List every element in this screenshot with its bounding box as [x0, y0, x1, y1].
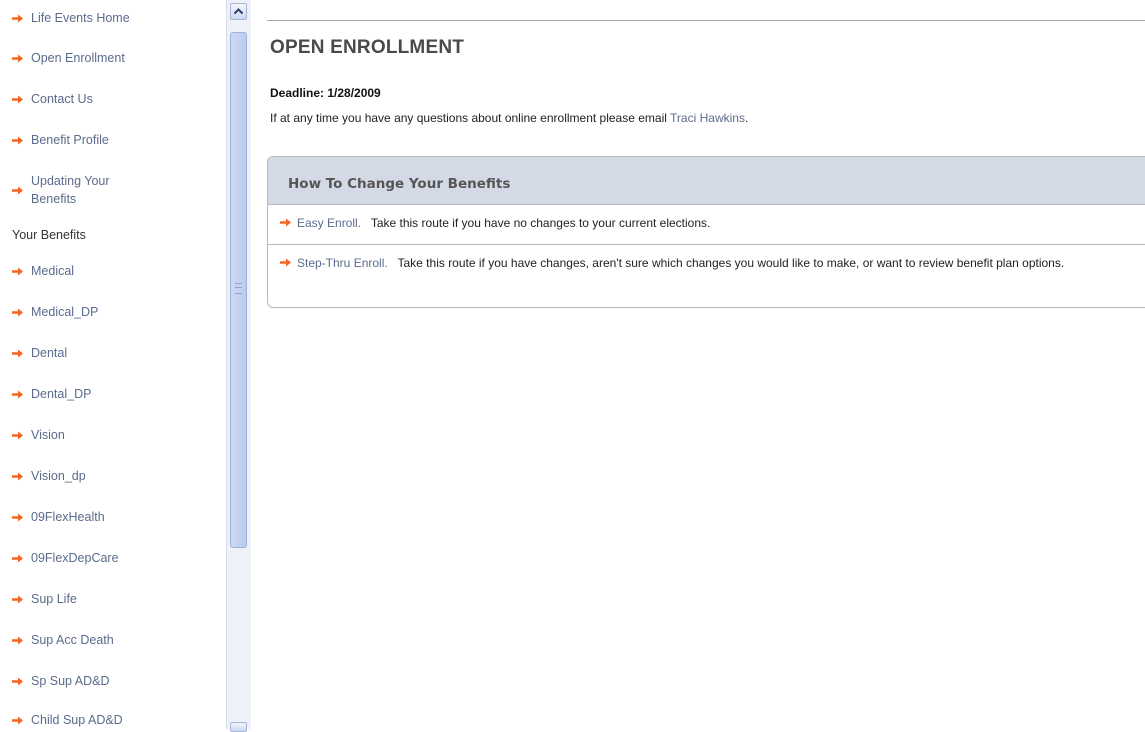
sidebar-item-medical[interactable]: Medical: [12, 262, 74, 280]
sidebar-item-label: Vision: [31, 428, 65, 442]
orange-arrow-icon: [280, 218, 291, 227]
orange-arrow-icon: [12, 267, 23, 275]
grip-icon: [235, 283, 242, 294]
chevron-up-icon: [233, 8, 244, 15]
intro-message: If at any time you have any questions ab…: [270, 111, 667, 125]
sidebar-item-dental[interactable]: Dental: [12, 344, 67, 362]
sidebar-nav: Life Events Home Open Enrollment Contact…: [0, 0, 226, 729]
sidebar-item-medical-dp[interactable]: Medical_DP: [12, 303, 98, 321]
sidebar-item-vision-dp[interactable]: Vision_dp: [12, 467, 86, 485]
sidebar-item-label: Life Events Home: [31, 11, 130, 25]
sidebar-scrollbar[interactable]: [226, 0, 251, 732]
orange-arrow-icon: [12, 636, 23, 644]
orange-arrow-icon: [12, 136, 23, 144]
sidebar-item-vision[interactable]: Vision: [12, 426, 65, 444]
orange-arrow-icon: [12, 95, 23, 103]
option-description: Take this route if you have no changes t…: [370, 216, 711, 230]
sidebar-item-label: Vision_dp: [31, 469, 86, 483]
deadline-text: Deadline: 1/28/2009: [270, 86, 381, 100]
orange-arrow-icon: [12, 472, 23, 480]
orange-arrow-icon: [12, 14, 23, 22]
main-content: OPEN ENROLLMENT Deadline: 1/28/2009 If a…: [266, 0, 1145, 729]
page-title: OPEN ENROLLMENT: [270, 37, 465, 58]
section-label-your-benefits: Your Benefits: [12, 228, 86, 242]
sidebar-item-label: Medical: [31, 264, 75, 278]
option-easy-enroll: Easy Enroll. Take this route if you have…: [268, 215, 1145, 232]
orange-arrow-icon: [12, 513, 23, 521]
sidebar-item-label: Child Sup AD&D: [31, 713, 123, 727]
contact-email-link[interactable]: Traci Hawkins: [670, 111, 745, 125]
sidebar-item-label: Benefit Profile: [31, 133, 109, 147]
divider: [267, 20, 1145, 21]
sidebar-item-09flexdepcare[interactable]: 09FlexDepCare: [12, 549, 119, 567]
sidebar-item-label: Dental: [31, 346, 68, 360]
orange-arrow-icon: [12, 349, 23, 357]
sidebar-item-label: Medical_DP: [31, 305, 99, 319]
sidebar-item-label: Sup Acc Death: [31, 633, 114, 647]
scroll-down-button[interactable]: [230, 722, 247, 732]
option-description: Take this route if you have changes, are…: [397, 256, 1065, 270]
intro-punctuation: .: [744, 111, 749, 125]
orange-arrow-icon: [12, 554, 23, 562]
sidebar-item-label: Open Enrollment: [31, 51, 125, 65]
sidebar-item-label: Dental_DP: [31, 387, 92, 401]
step-thru-enroll-link[interactable]: Step-Thru Enroll.: [297, 256, 388, 270]
sidebar-item-label: 09FlexHealth: [31, 510, 105, 524]
easy-enroll-link[interactable]: Easy Enroll.: [297, 216, 361, 230]
scroll-up-button[interactable]: [230, 3, 247, 20]
orange-arrow-icon: [12, 431, 23, 439]
scroll-thumb[interactable]: [230, 32, 247, 548]
sidebar-item-dental-dp[interactable]: Dental_DP: [12, 385, 91, 403]
sidebar-item-label: Sup Life: [31, 592, 77, 606]
sidebar-item-sp-sup-add[interactable]: Sp Sup AD&D: [12, 672, 110, 690]
intro-text: If at any time you have any questions ab…: [270, 110, 870, 127]
sidebar-item-open-enrollment[interactable]: Open Enrollment: [12, 49, 125, 67]
orange-arrow-icon: [280, 258, 291, 267]
sidebar-item-child-sup-add[interactable]: Child Sup AD&D: [12, 711, 123, 729]
sidebar-item-life-events-home[interactable]: Life Events Home: [12, 9, 130, 27]
orange-arrow-icon: [12, 716, 23, 724]
sidebar-item-updating-your-benefits[interactable]: Updating Your Benefits: [12, 172, 162, 208]
panel-header: How To Change Your Benefits: [268, 157, 1145, 205]
sidebar-item-sup-life[interactable]: Sup Life: [12, 590, 77, 608]
orange-arrow-icon: [12, 308, 23, 316]
divider: [268, 244, 1145, 245]
orange-arrow-icon: [12, 54, 23, 62]
sidebar-item-label: 09FlexDepCare: [31, 551, 119, 565]
sidebar-item-sup-acc-death[interactable]: Sup Acc Death: [12, 631, 114, 649]
orange-arrow-icon: [12, 677, 23, 685]
panel-title: How To Change Your Benefits: [288, 176, 511, 192]
sidebar-item-contact-us[interactable]: Contact Us: [12, 90, 93, 108]
sidebar-item-label: Sp Sup AD&D: [31, 674, 110, 688]
sidebar-item-label: Updating Your Benefits: [31, 174, 110, 206]
orange-arrow-icon: [12, 186, 23, 194]
sidebar-item-09flexhealth[interactable]: 09FlexHealth: [12, 508, 105, 526]
orange-arrow-icon: [12, 595, 23, 603]
option-step-thru-enroll: Step-Thru Enroll. Take this route if you…: [268, 255, 1100, 272]
change-benefits-panel: How To Change Your Benefits Easy Enroll.…: [267, 156, 1145, 308]
orange-arrow-icon: [12, 390, 23, 398]
sidebar-item-label: Contact Us: [31, 92, 93, 106]
sidebar-item-benefit-profile[interactable]: Benefit Profile: [12, 131, 109, 149]
